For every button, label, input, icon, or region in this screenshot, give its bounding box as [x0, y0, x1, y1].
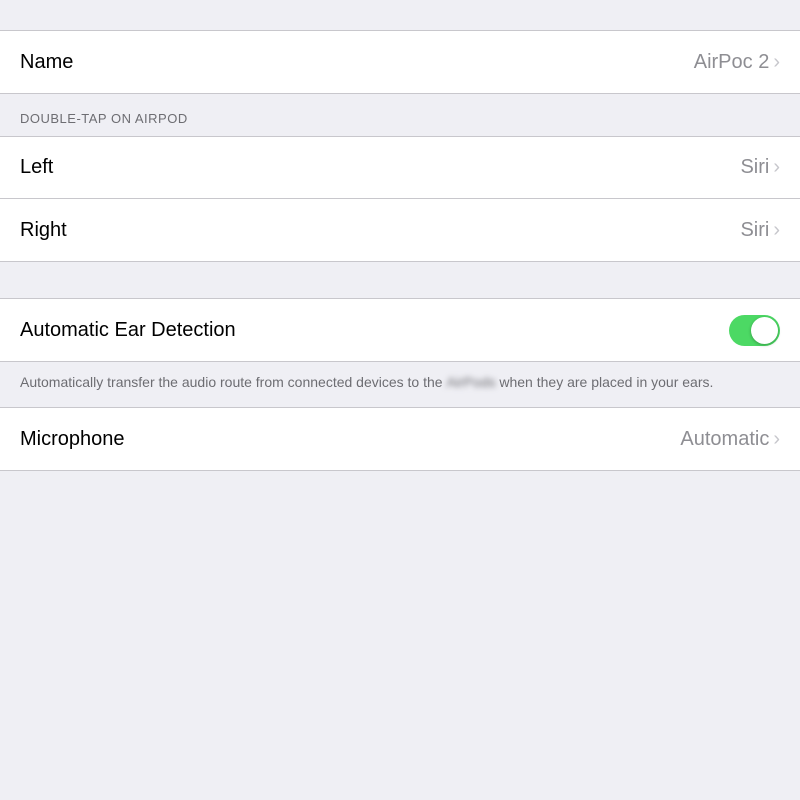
right-value-container: Siri › [740, 219, 780, 242]
microphone-section: Microphone Automatic › [0, 407, 800, 471]
right-chevron-icon: › [773, 219, 780, 242]
toggle-knob [751, 317, 778, 344]
blurred-airpods-text: AirPods [446, 372, 495, 393]
name-value-container: AirPoc 2 › [694, 51, 780, 74]
spacer-2 [0, 262, 800, 298]
double-tap-header-text: DOUBLE-TAP ON AIRPOD [20, 111, 188, 126]
microphone-chevron-icon: › [773, 428, 780, 451]
microphone-value-container: Automatic › [680, 428, 780, 451]
right-value: Siri [740, 219, 769, 242]
left-chevron-icon: › [773, 156, 780, 179]
top-spacer [0, 0, 800, 30]
microphone-label: Microphone [20, 428, 125, 451]
left-row[interactable]: Left Siri › [0, 137, 800, 199]
ear-detection-description: Automatically transfer the audio route f… [0, 362, 800, 407]
settings-page: Name AirPoc 2 › DOUBLE-TAP ON AIRPOD Lef… [0, 0, 800, 800]
ear-detection-section: Automatic Ear Detection [0, 298, 800, 362]
right-row[interactable]: Right Siri › [0, 199, 800, 261]
name-section: Name AirPoc 2 › [0, 30, 800, 94]
name-chevron-icon: › [773, 51, 780, 74]
description-text-after: when they are placed in your ears. [495, 374, 713, 390]
ear-detection-label: Automatic Ear Detection [20, 319, 236, 342]
right-label: Right [20, 219, 67, 242]
double-tap-header: DOUBLE-TAP ON AIRPOD [0, 94, 800, 136]
ear-detection-toggle[interactable] [729, 315, 780, 346]
double-tap-section: Left Siri › Right Siri › [0, 136, 800, 262]
left-value: Siri [740, 156, 769, 179]
description-text-before: Automatically transfer the audio route f… [20, 374, 446, 390]
left-label: Left [20, 156, 53, 179]
ear-detection-row[interactable]: Automatic Ear Detection [0, 299, 800, 361]
description-text: Automatically transfer the audio route f… [20, 374, 713, 390]
microphone-value: Automatic [680, 428, 769, 451]
microphone-row[interactable]: Microphone Automatic › [0, 408, 800, 470]
left-value-container: Siri › [740, 156, 780, 179]
name-row[interactable]: Name AirPoc 2 › [0, 31, 800, 93]
name-label: Name [20, 51, 73, 74]
name-value: AirPoc 2 [694, 51, 770, 74]
